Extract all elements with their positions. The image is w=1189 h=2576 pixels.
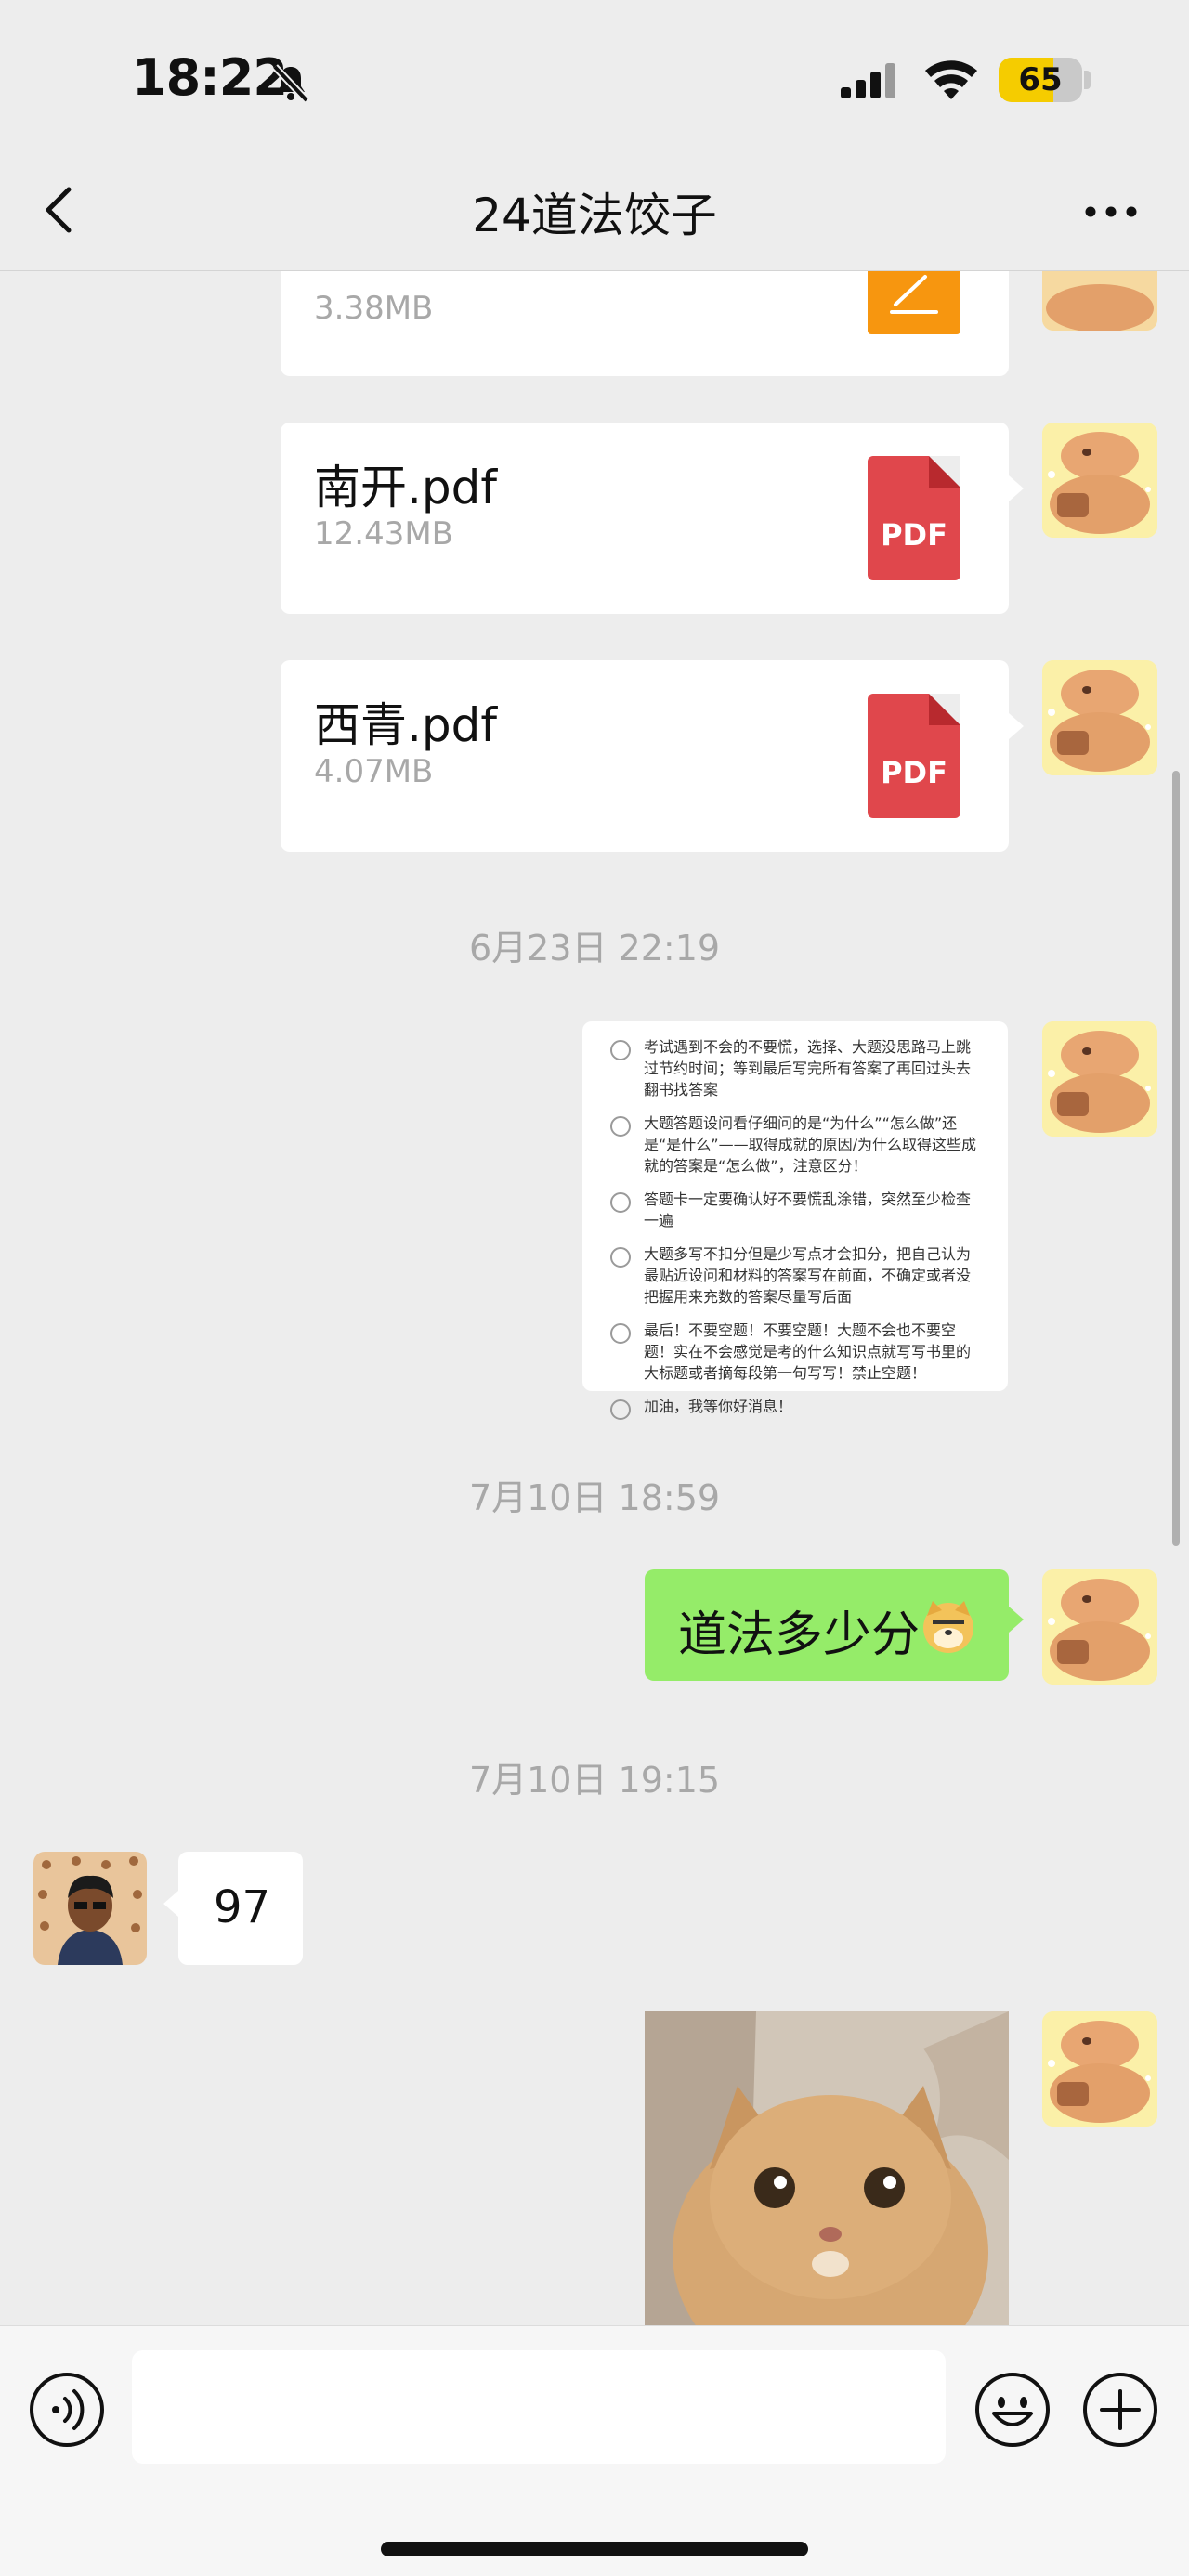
note-item-text: 答题卡一定要确认好不要慌乱涂错，突然至少检查一遍 <box>644 1190 972 1229</box>
file-size: 3.38MB <box>314 290 434 327</box>
note-item: 大题答题设问看仔细问的是“为什么”“怎么做”还是“是什么”——取得成就的原因/为… <box>610 1112 984 1177</box>
note-item-text: 最后！不要空题！不要空题！大题不会也不要空题！实在不会感觉是考的什么知识点就写写… <box>644 1321 972 1382</box>
pdf-file-icon: PDF <box>868 694 960 818</box>
cat-image-message[interactable] <box>645 2011 1009 2325</box>
my-avatar[interactable] <box>1042 1569 1157 1685</box>
received-text-message[interactable]: 97 <box>178 1852 303 1965</box>
capybara-avatar-icon <box>1042 660 1157 775</box>
checkbox-circle-icon <box>610 1247 631 1268</box>
bubble-tail <box>1009 475 1024 501</box>
message-timestamp: 7月10日 18:59 <box>468 1477 721 1518</box>
note-item: 答题卡一定要确认好不要慌乱涂错，突然至少检查一遍 <box>610 1189 984 1231</box>
pdf-file-icon: PDF <box>868 456 960 580</box>
capybara-avatar-icon <box>1042 271 1157 331</box>
add-more-icon[interactable] <box>1081 2371 1159 2449</box>
file-size: 12.43MB <box>314 515 453 553</box>
checkbox-circle-icon <box>610 1399 631 1420</box>
capybara-avatar-icon <box>1042 423 1157 538</box>
checkbox-circle-icon <box>610 1323 631 1344</box>
battery-cap <box>1084 71 1091 89</box>
battery-percent: 65 <box>1018 61 1063 98</box>
capybara-avatar-icon <box>1042 2011 1157 2127</box>
bubble-tail <box>163 1891 178 1917</box>
doge-emoji-icon <box>923 1601 973 1653</box>
battery-indicator: 65 <box>999 58 1082 102</box>
capybara-avatar-icon <box>1042 1569 1157 1685</box>
capybara-avatar-icon <box>1042 1021 1157 1137</box>
note-item: 最后！不要空题！不要空题！大题不会也不要空题！实在不会感觉是考的什么知识点就写写… <box>610 1320 984 1384</box>
message-text: 97 <box>214 1881 271 1933</box>
home-indicator[interactable] <box>381 2542 808 2556</box>
voice-input-icon[interactable] <box>28 2371 106 2449</box>
my-avatar[interactable] <box>1042 1021 1157 1137</box>
file-message-partial[interactable]: 3.38MB <box>281 271 1009 376</box>
my-avatar[interactable] <box>1042 660 1157 775</box>
pdf-icon-label: PDF <box>881 517 947 553</box>
my-avatar[interactable] <box>1042 271 1157 331</box>
more-options-icon[interactable] <box>1083 202 1139 221</box>
bubble-tail <box>1009 713 1024 739</box>
note-item-text: 考试遇到不会的不要慌，选择、大题没思路马上跳过节约时间；等到最后写完所有答案了再… <box>644 1038 972 1099</box>
message-timestamp: 7月10日 19:15 <box>468 1760 721 1801</box>
message-timestamp: 6月23日 22:19 <box>468 928 721 969</box>
sent-text-message[interactable]: 道法多少分 <box>645 1569 1009 1681</box>
chat-messages-area[interactable]: 3.38MB 南开.pdf 12.43MB PDF 西青.pdf 4.07MB … <box>0 271 1189 2325</box>
bell-muted-icon <box>272 64 309 103</box>
chat-navbar: 24道法饺子 <box>0 149 1189 271</box>
note-item-text: 加油，我等你好消息！ <box>644 1398 793 1415</box>
pencil-icon <box>890 275 938 314</box>
note-item-text: 大题多写不扣分但是少写点才会扣分，把自己认为最贴近设问和材料的答案写在前面，不确… <box>644 1245 972 1306</box>
chat-title: 24道法饺子 <box>472 189 717 242</box>
message-text: 道法多少分 <box>678 1607 921 1663</box>
chat-input-bar <box>0 2325 1189 2576</box>
note-item-text: 大题答题设问看仔细问的是“为什么”“怎么做”还是“是什么”——取得成就的原因/为… <box>644 1114 976 1175</box>
contact-avatar[interactable] <box>33 1852 147 1965</box>
bubble-tail <box>1009 1607 1024 1633</box>
emoji-icon[interactable] <box>973 2371 1052 2449</box>
my-avatar[interactable] <box>1042 423 1157 538</box>
cat-photo <box>645 2011 1009 2325</box>
checkbox-circle-icon <box>610 1192 631 1213</box>
file-name: 西青.pdf <box>314 698 497 752</box>
document-file-icon <box>868 271 960 334</box>
file-name: 南开.pdf <box>314 461 497 514</box>
pdf-icon-label: PDF <box>881 755 947 790</box>
status-time: 18:22 <box>132 48 288 107</box>
note-checklist: 考试遇到不会的不要慌，选择、大题没思路马上跳过节约时间；等到最后写完所有答案了再… <box>610 1036 984 1420</box>
file-message[interactable]: 西青.pdf 4.07MB PDF <box>281 660 1009 852</box>
my-avatar[interactable] <box>1042 2011 1157 2127</box>
checkbox-circle-icon <box>610 1116 631 1137</box>
note-image-message[interactable]: 考试遇到不会的不要慌，选择、大题没思路马上跳过节约时间；等到最后写完所有答案了再… <box>582 1021 1008 1420</box>
note-item: 大题多写不扣分但是少写点才会扣分，把自己认为最贴近设问和材料的答案写在前面，不确… <box>610 1243 984 1308</box>
contact-avatar-icon <box>33 1852 147 1965</box>
chat-scrollbar[interactable] <box>1172 771 1180 1546</box>
cellular-signal-icon <box>841 63 895 98</box>
wifi-icon <box>925 60 977 99</box>
file-message[interactable]: 南开.pdf 12.43MB PDF <box>281 423 1009 614</box>
file-size: 4.07MB <box>314 753 434 790</box>
message-input[interactable] <box>132 2350 946 2464</box>
checkbox-circle-icon <box>610 1040 631 1060</box>
note-item: 加油，我等你好消息！ <box>610 1396 984 1420</box>
note-item: 考试遇到不会的不要慌，选择、大题没思路马上跳过节约时间；等到最后写完所有答案了再… <box>610 1036 984 1100</box>
